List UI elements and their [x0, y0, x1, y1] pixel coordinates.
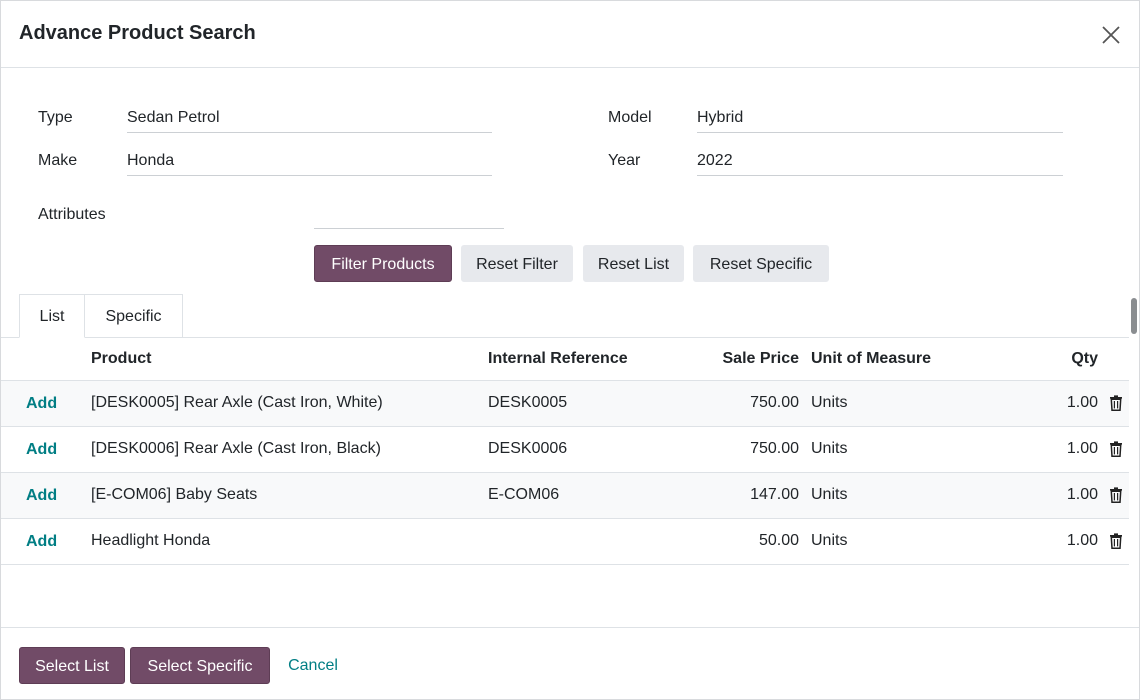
uom-cell: Units: [811, 532, 848, 549]
header-unit-of-measure[interactable]: Unit of Measure: [811, 350, 931, 368]
dialog-title: Advance Product Search: [19, 22, 256, 44]
year-label: Year: [608, 152, 641, 169]
tab-bar: List Specific: [1, 294, 1129, 338]
internal-reference-cell: DESK0006: [488, 440, 568, 457]
uom-cell: Units: [811, 440, 848, 457]
type-field[interactable]: Sedan Petrol: [127, 107, 492, 133]
trash-icon[interactable]: [1109, 487, 1123, 503]
qty-cell[interactable]: 1.00: [1021, 394, 1098, 412]
add-button[interactable]: Add: [26, 487, 57, 505]
close-icon: [1102, 26, 1120, 44]
advance-product-search-dialog: Advance Product Search Type Sedan Petrol…: [0, 0, 1140, 700]
make-label: Make: [38, 152, 78, 169]
sale-price-cell: 50.00: [758, 532, 799, 549]
header-product[interactable]: Product: [91, 350, 151, 368]
dialog-header: Advance Product Search: [1, 1, 1139, 68]
type-label: Type: [38, 109, 73, 126]
internal-reference-cell: E-COM06: [488, 486, 560, 503]
model-label: Model: [608, 109, 652, 126]
tab-list[interactable]: List: [19, 294, 85, 338]
model-field[interactable]: Hybrid: [697, 107, 1063, 133]
table-header: Product Internal Reference Sale Price Un…: [1, 338, 1129, 381]
product-cell: Headlight Honda: [91, 532, 211, 549]
filter-products-button[interactable]: Filter Products: [314, 245, 452, 282]
close-button[interactable]: [1099, 23, 1123, 47]
table-row: Add [DESK0005] Rear Axle (Cast Iron, Whi…: [1, 381, 1129, 427]
trash-icon[interactable]: [1109, 533, 1123, 549]
add-button[interactable]: Add: [26, 533, 57, 551]
table-row: Add [DESK0006] Rear Axle (Cast Iron, Bla…: [1, 427, 1129, 473]
reset-specific-button[interactable]: Reset Specific: [693, 245, 829, 282]
qty-cell[interactable]: 1.00: [1021, 532, 1098, 550]
sale-price-cell: 750.00: [750, 440, 799, 457]
header-qty[interactable]: Qty: [1021, 350, 1098, 368]
qty-cell[interactable]: 1.00: [1021, 440, 1098, 458]
make-field[interactable]: Honda: [127, 150, 492, 176]
select-list-button[interactable]: Select List: [19, 647, 125, 684]
header-sale-price[interactable]: Sale Price: [681, 350, 800, 368]
product-cell: [DESK0006] Rear Axle (Cast Iron, Black): [91, 440, 381, 457]
header-internal-reference[interactable]: Internal Reference: [488, 350, 628, 368]
add-button[interactable]: Add: [26, 441, 57, 459]
table-row: Add [E-COM06] Baby Seats E-COM06 147.00 …: [1, 473, 1129, 519]
trash-icon[interactable]: [1109, 395, 1123, 411]
cancel-button[interactable]: Cancel: [277, 647, 349, 684]
sale-price-cell: 750.00: [750, 394, 799, 411]
reset-filter-button[interactable]: Reset Filter: [461, 245, 573, 282]
product-cell: [E-COM06] Baby Seats: [91, 486, 258, 503]
internal-reference-cell: DESK0005: [488, 394, 568, 411]
add-button[interactable]: Add: [26, 395, 57, 413]
year-field[interactable]: 2022: [697, 150, 1063, 176]
uom-cell: Units: [811, 394, 848, 411]
table-row: Add Headlight Honda 50.00 Units 1.00: [1, 519, 1129, 565]
qty-cell[interactable]: 1.00: [1021, 486, 1098, 504]
trash-icon[interactable]: [1109, 441, 1123, 457]
reset-list-button[interactable]: Reset List: [583, 245, 684, 282]
attributes-field[interactable]: [314, 203, 504, 229]
tab-specific[interactable]: Specific: [85, 294, 183, 338]
product-cell: [DESK0005] Rear Axle (Cast Iron, White): [91, 394, 383, 411]
attributes-label: Attributes: [38, 206, 106, 223]
dialog-footer: Select List Select Specific Cancel: [1, 627, 1139, 700]
uom-cell: Units: [811, 486, 848, 503]
select-specific-button[interactable]: Select Specific: [130, 647, 270, 684]
scrollbar-thumb[interactable]: [1131, 298, 1137, 334]
sale-price-cell: 147.00: [750, 486, 799, 503]
